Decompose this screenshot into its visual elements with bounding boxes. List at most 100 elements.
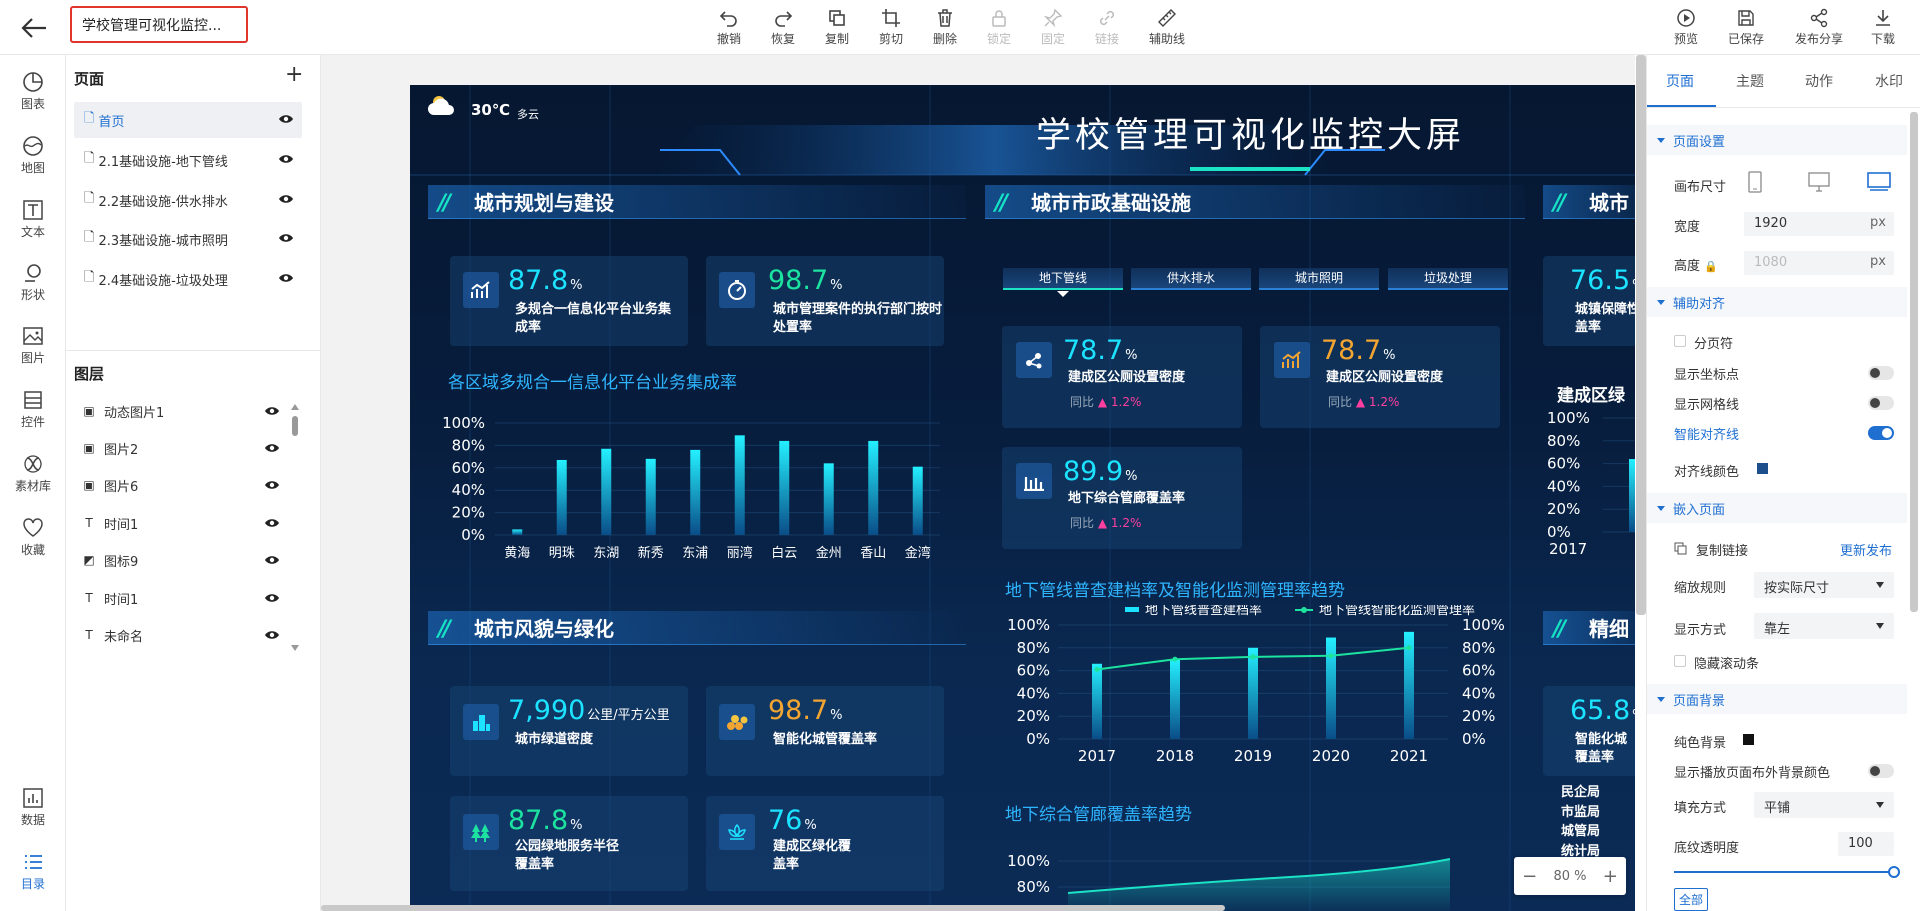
height-input[interactable]: 1080 px (1744, 251, 1894, 275)
page-item[interactable]: 🗋 2.1基础设施-地下管线 (74, 142, 302, 178)
canvas-horizontal-scrollbar[interactable] (321, 905, 1225, 911)
guideline-button[interactable]: 辅助线 (1142, 8, 1192, 47)
layer-item[interactable]: T 时间1 (80, 509, 280, 537)
section-align[interactable]: 辅助对齐 (1647, 287, 1907, 317)
cut-button[interactable]: 剪切 (866, 8, 916, 47)
tab-garbage[interactable]: 垃圾处理 (1388, 268, 1508, 290)
layer-item[interactable]: ▣ 图片6 (80, 471, 280, 499)
copy-link-button[interactable]: 复制链接 (1696, 540, 1748, 559)
canvas-vertical-scrollbar[interactable] (1636, 55, 1646, 615)
tab-page[interactable]: 页面 (1666, 71, 1694, 91)
mobile-size-icon[interactable] (1748, 171, 1762, 193)
opacity-slider-track[interactable] (1674, 871, 1894, 873)
solid-bg-swatch[interactable] (1743, 734, 1754, 745)
layer-item[interactable]: T 时间1 (80, 584, 280, 612)
eye-icon[interactable] (264, 592, 280, 604)
show-grid-toggle[interactable] (1868, 396, 1894, 410)
eye-icon[interactable] (264, 554, 280, 566)
share-button[interactable]: 发布分享 (1791, 8, 1847, 47)
page-item[interactable]: 🗋 首页 (74, 102, 302, 138)
properties-scrollbar[interactable] (1910, 112, 1918, 612)
sidebar-item-widget[interactable]: 控件 (0, 389, 66, 430)
opacity-slider-handle[interactable] (1888, 866, 1900, 878)
all-button[interactable]: 全部 (1674, 888, 1709, 911)
tab-watermark[interactable]: 水印 (1875, 71, 1903, 91)
show-ruler-toggle[interactable] (1868, 366, 1894, 380)
network-icon (1016, 342, 1052, 378)
eye-icon[interactable] (278, 153, 294, 165)
copy-icon[interactable] (1674, 542, 1687, 555)
sidebar-item-shape[interactable]: 形状 (0, 262, 66, 303)
eye-icon[interactable] (264, 629, 280, 641)
sidebar-item-map[interactable]: 地图 (0, 135, 66, 176)
eye-icon[interactable] (278, 272, 294, 284)
pager-label: 分页符 (1694, 337, 1734, 352)
sidebar-item-material[interactable]: 素材库 (0, 453, 66, 494)
opacity-input[interactable]: 100 (1838, 832, 1894, 856)
section-background[interactable]: 页面背景 (1647, 684, 1907, 714)
x-tick-label: 2021 (1390, 747, 1428, 765)
save-button[interactable]: 已保存 (1721, 8, 1771, 47)
kpi-value: 7,990 公里/平方公里 (508, 695, 670, 726)
fill-mode-select[interactable]: 平铺 (1754, 792, 1894, 818)
pager-checkbox[interactable] (1674, 335, 1686, 347)
zoom-rule-select[interactable]: 按实际尺寸 (1754, 572, 1894, 598)
tab-water-supply[interactable]: 供水排水 (1131, 268, 1251, 290)
slash-icon: // (438, 191, 451, 216)
sidebar-item-favorites[interactable]: 收藏 (0, 517, 66, 558)
page-item[interactable]: 🗋 2.2基础设施-供水排水 (74, 182, 302, 218)
sidebar-item-chart[interactable]: 图表 (0, 71, 66, 112)
zoom-in-button[interactable]: + (1603, 866, 1618, 887)
lock-button[interactable]: 锁定 (974, 8, 1024, 47)
sidebar-item-data[interactable]: 数据 (0, 787, 66, 828)
page-item[interactable]: 🗋 2.3基础设施-城市照明 (74, 221, 302, 257)
section-page-settings[interactable]: 页面设置 (1647, 125, 1907, 155)
eye-icon[interactable] (264, 405, 280, 417)
tab-theme[interactable]: 主题 (1736, 71, 1764, 91)
sidebar-item-image[interactable]: 图片 (0, 325, 66, 366)
y-tick-label: 0% (1026, 730, 1050, 748)
sidebar-item-text[interactable]: 文本 (0, 199, 66, 240)
pin-button[interactable]: 固定 (1028, 8, 1078, 47)
project-title[interactable]: 学校管理可视化监控... (70, 6, 248, 43)
layers-scrollbar[interactable] (290, 400, 300, 655)
layer-item[interactable]: ◩ 图标9 (80, 546, 280, 574)
layer-item[interactable]: T 未命名 (80, 621, 280, 649)
back-button[interactable] (14, 8, 54, 48)
display-mode-select[interactable]: 靠左 (1754, 613, 1894, 639)
width-input[interactable]: 1920 px (1744, 212, 1894, 236)
eye-icon[interactable] (278, 193, 294, 205)
section-embed[interactable]: 嵌入页面 (1647, 493, 1907, 523)
eye-icon[interactable] (278, 113, 294, 125)
eye-icon[interactable] (264, 442, 280, 454)
zoom-out-button[interactable]: − (1522, 866, 1537, 887)
download-button[interactable]: 下载 (1858, 8, 1908, 47)
eye-icon[interactable] (264, 517, 280, 529)
tab-underground-pipeline[interactable]: 地下管线 (1003, 268, 1123, 290)
preview-button[interactable]: 预览 (1661, 8, 1711, 47)
sidebar-item-catalog[interactable]: 目录 (0, 851, 66, 892)
eye-icon[interactable] (264, 479, 280, 491)
tab-city-lighting[interactable]: 城市照明 (1259, 268, 1379, 290)
link-button[interactable]: 链接 (1082, 8, 1132, 47)
smart-align-toggle[interactable] (1868, 426, 1894, 440)
undo-button[interactable]: 撤销 (704, 8, 754, 47)
outer-bg-toggle[interactable] (1868, 764, 1894, 778)
tab-action[interactable]: 动作 (1805, 71, 1833, 91)
delete-button[interactable]: 删除 (920, 8, 970, 47)
layer-item[interactable]: ▣ 图片2 (80, 434, 280, 462)
page-item[interactable]: 🗋 2.4基础设施-垃圾处理 (74, 261, 302, 297)
hide-scroll-checkbox[interactable] (1674, 655, 1686, 667)
eye-icon[interactable] (278, 232, 294, 244)
desktop-size-icon[interactable] (1808, 172, 1830, 192)
layer-item[interactable]: ▣ 动态图片1 (80, 397, 280, 425)
add-page-button[interactable]: + (285, 64, 303, 86)
align-color-swatch[interactable] (1757, 463, 1768, 474)
copy-button[interactable]: 复制 (812, 8, 862, 47)
image-icon: ▣ (83, 404, 95, 418)
redo-button[interactable]: 恢复 (758, 8, 808, 47)
dashboard-canvas[interactable]: 30℃ 多云 学校管理可视化监控大屏 //城市规划与建设 87.8% 多规合一信… (410, 85, 1635, 911)
update-publish-link[interactable]: 更新发布 (1840, 540, 1892, 559)
widescreen-size-icon[interactable] (1867, 172, 1891, 192)
file-icon: 🗋 (84, 230, 95, 245)
